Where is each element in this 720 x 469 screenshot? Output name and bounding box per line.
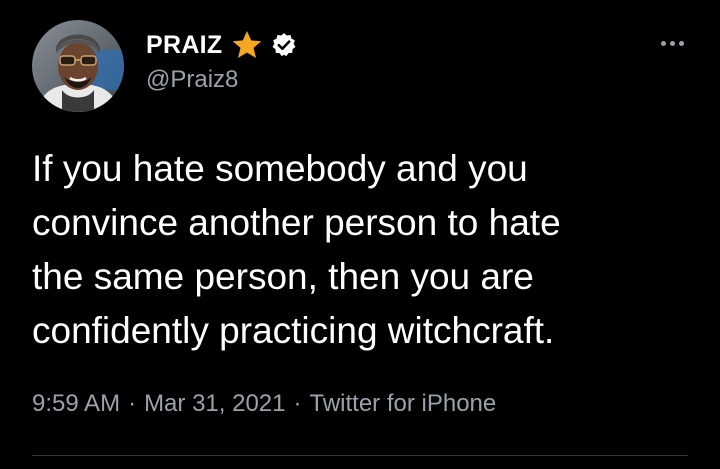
star-icon [231,30,263,60]
tweet-source[interactable]: Twitter for iPhone [309,390,496,417]
tweet-text: If you hate somebody and you convince an… [32,142,702,358]
more-dot [678,40,684,46]
divider [32,455,688,456]
display-name[interactable]: PRAIZ [146,31,223,60]
tweet-text-line: If you hate somebody and you [32,148,528,189]
more-dot [669,40,675,46]
tweet-text-line: confidently practicing witchcraft. [32,310,555,351]
verified-badge-icon [271,32,297,58]
more-options-icon[interactable] [652,30,692,56]
tweet-text-line: the same person, then you are [32,256,534,297]
more-dot [660,40,666,46]
tweet-card: PRAIZ @Praiz8 If you hate somebody and y… [0,0,720,469]
meta-separator: · [293,390,302,417]
meta-separator: · [128,390,137,417]
user-name-row: PRAIZ [146,28,297,62]
tweet-date[interactable]: Mar 31, 2021 [144,390,285,417]
tweet-time[interactable]: 9:59 AM [32,390,120,417]
tweet-meta: 9:59 AM · Mar 31, 2021 · Twitter for iPhone [32,390,496,418]
avatar-photo-icon [32,20,124,112]
user-handle[interactable]: @Praiz8 [146,66,238,94]
avatar[interactable] [32,20,124,112]
tweet-text-line: convince another person to hate [32,202,561,243]
